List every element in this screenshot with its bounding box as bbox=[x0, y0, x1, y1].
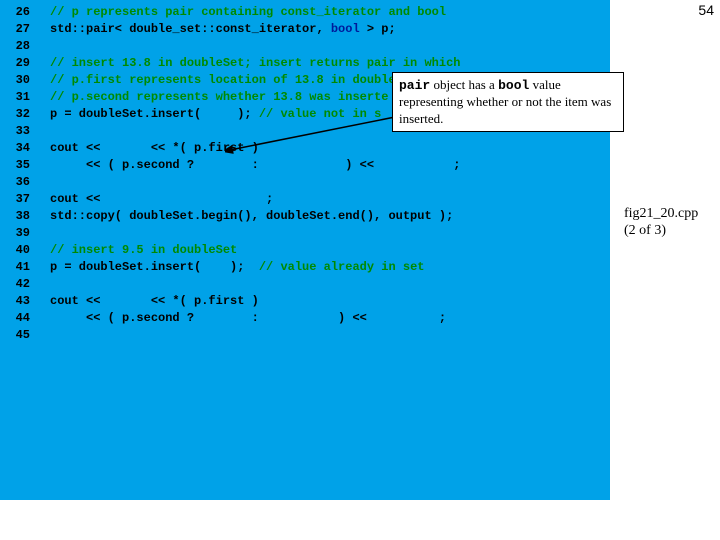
code-text: std::pair< double_set::const_iterator, bbox=[50, 22, 331, 36]
line-number: 33 bbox=[0, 123, 36, 140]
code-comment: // insert 9.5 in doubleSet bbox=[50, 243, 237, 257]
line-number: 31 bbox=[0, 89, 36, 106]
code-comment: // p represents pair containing const_it… bbox=[50, 5, 446, 19]
line-number: 39 bbox=[0, 225, 36, 242]
code-comment: // p.first represents location of 13.8 i… bbox=[50, 73, 446, 87]
figure-caption: fig21_20.cpp (2 of 3) bbox=[624, 206, 698, 240]
line-number: 28 bbox=[0, 38, 36, 55]
callout-code: pair bbox=[399, 78, 430, 93]
callout-text: object has a bbox=[430, 77, 498, 92]
code-text: << ( p.second ? : ) << ; bbox=[50, 311, 446, 325]
line-number: 26 bbox=[0, 4, 36, 21]
line-number: 44 bbox=[0, 310, 36, 327]
arrow-icon bbox=[225, 115, 400, 155]
line-number: 40 bbox=[0, 242, 36, 259]
line-number: 29 bbox=[0, 55, 36, 72]
page-number: 54 bbox=[698, 2, 714, 18]
line-number: 36 bbox=[0, 174, 36, 191]
line-number: 42 bbox=[0, 276, 36, 293]
code-text: p = doubleSet.insert( ); bbox=[50, 260, 259, 274]
line-number: 27 bbox=[0, 21, 36, 38]
annotation-callout: pair object has a bool value representin… bbox=[392, 72, 624, 132]
code-text: std::copy( doubleSet.begin(), doubleSet.… bbox=[50, 209, 453, 223]
line-number: 38 bbox=[0, 208, 36, 225]
code-text: cout << ; bbox=[50, 192, 273, 206]
line-number-gutter: 26 27 28 29 30 31 32 33 34 35 36 37 38 3… bbox=[0, 0, 36, 500]
line-number: 37 bbox=[0, 191, 36, 208]
code-comment: // insert 13.8 in doubleSet; insert retu… bbox=[50, 56, 460, 70]
line-number: 45 bbox=[0, 327, 36, 344]
caption-filename: fig21_20.cpp bbox=[624, 206, 698, 223]
line-number: 43 bbox=[0, 293, 36, 310]
code-text: cout << << *( p.first ) bbox=[50, 294, 259, 308]
line-number: 30 bbox=[0, 72, 36, 89]
line-number: 32 bbox=[0, 106, 36, 123]
code-text: << ( p.second ? : ) << ; bbox=[50, 158, 460, 172]
callout-code: bool bbox=[498, 78, 529, 93]
code-text: > p; bbox=[360, 22, 396, 36]
line-number: 34 bbox=[0, 140, 36, 157]
code-comment: // p.second represents whether 13.8 was … bbox=[50, 90, 388, 104]
line-number: 35 bbox=[0, 157, 36, 174]
code-comment: // value already in set bbox=[259, 260, 425, 274]
line-number: 41 bbox=[0, 259, 36, 276]
code-keyword: bool bbox=[331, 22, 360, 36]
caption-part: (2 of 3) bbox=[624, 223, 698, 240]
